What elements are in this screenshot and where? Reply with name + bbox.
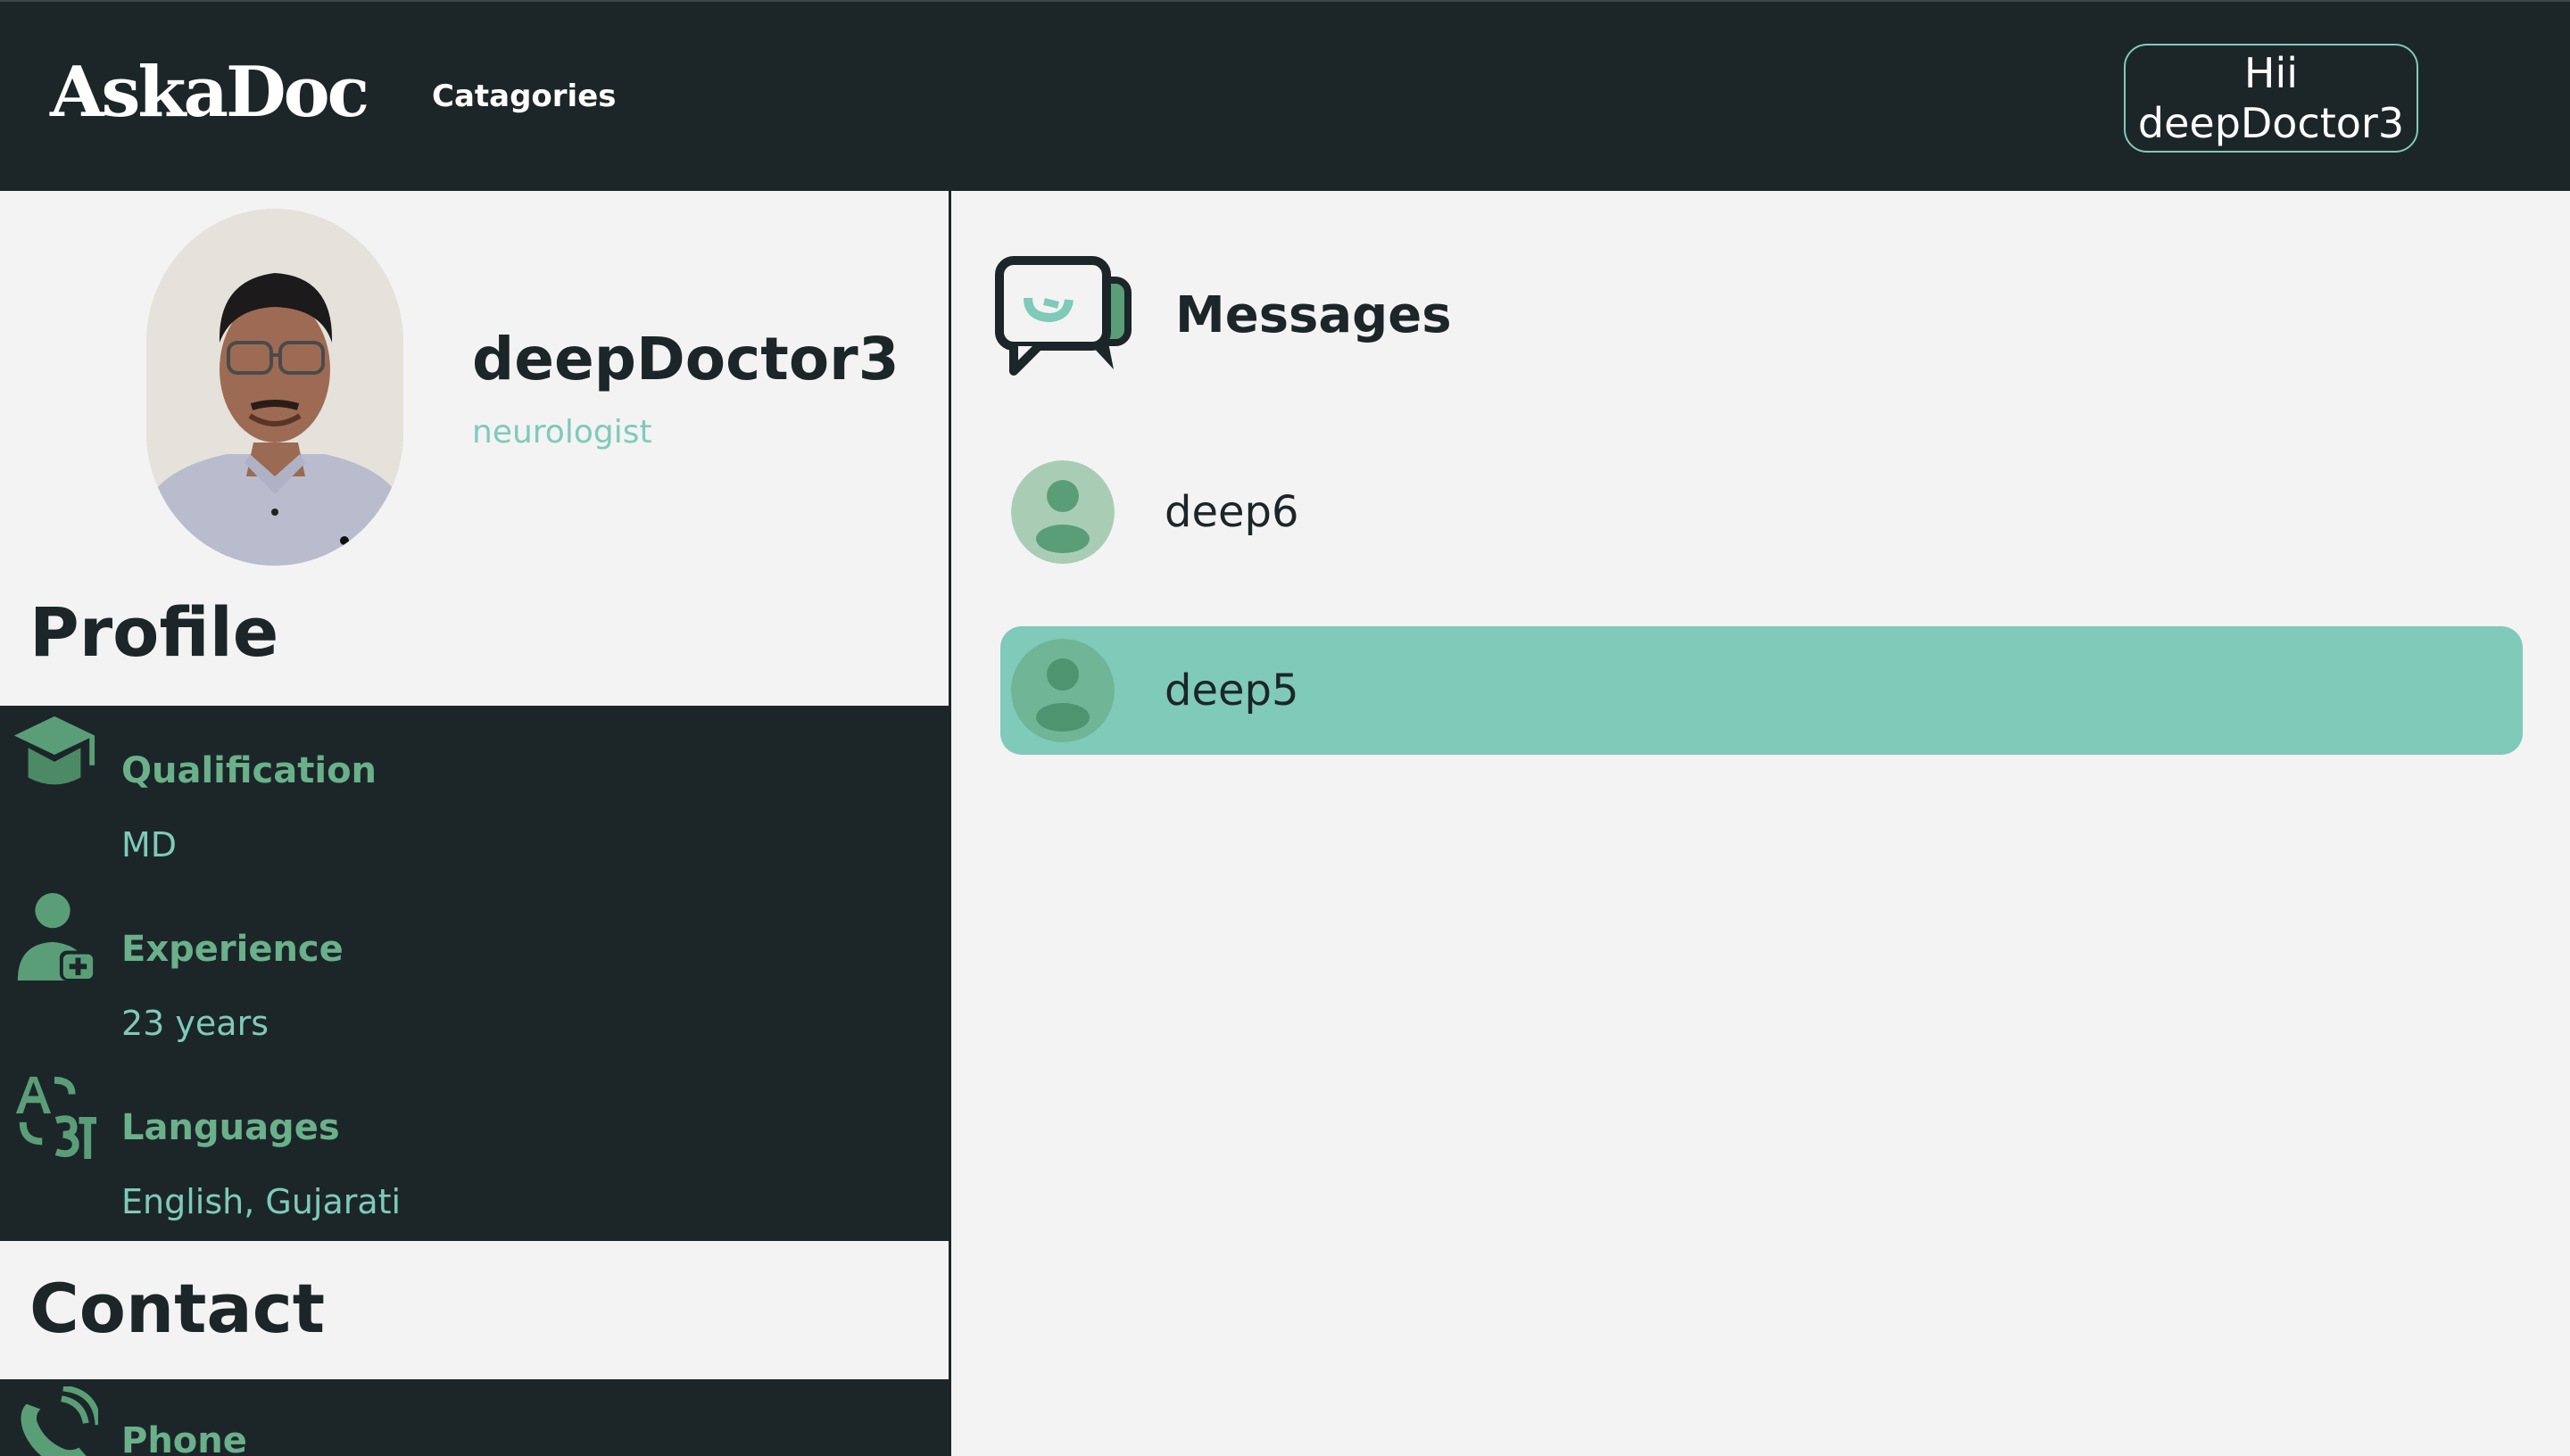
user-avatar-icon xyxy=(1011,639,1115,742)
qualification-label: Qualification xyxy=(121,750,377,791)
user-avatar-icon xyxy=(1011,460,1115,564)
greeting-username: deepDoctor3 xyxy=(2137,99,2405,147)
chat-bubbles-icon xyxy=(995,256,1132,376)
experience-label: Experience xyxy=(121,929,344,970)
qualification-value: MD xyxy=(121,825,178,864)
languages-label: Languages xyxy=(121,1107,340,1148)
doctor-user-icon xyxy=(17,893,97,980)
profile-section-title: Profile xyxy=(29,592,279,672)
translate-icon xyxy=(15,1076,97,1159)
doctor-profile-sidebar: deepDoctor3 neurologist Profile Qualific… xyxy=(0,191,951,1456)
conversation-item-active[interactable]: deep5 xyxy=(1000,626,2523,755)
top-navbar: AskaDoc Catagories Hii deepDoctor3 xyxy=(0,0,2570,191)
doctor-specialty: neurologist xyxy=(472,414,652,451)
brand-logo[interactable]: AskaDoc xyxy=(50,52,369,133)
languages-value: English, Gujarati xyxy=(121,1182,402,1221)
contact-info-panel: Phone xyxy=(0,1379,949,1456)
conversation-name: deep6 xyxy=(1165,487,1299,537)
phone-label: Phone xyxy=(121,1420,247,1456)
doctor-avatar-photo xyxy=(146,209,403,566)
messages-title: Messages xyxy=(1175,286,1452,344)
greeting-text: Hii xyxy=(2243,49,2299,97)
categories-link[interactable]: Catagories xyxy=(432,79,617,114)
phone-icon xyxy=(21,1386,98,1456)
messages-panel: Messages deep6 deep5 xyxy=(953,191,2570,1456)
doctor-name: deepDoctor3 xyxy=(472,325,900,393)
conversation-name: deep5 xyxy=(1165,666,1299,716)
profile-info-panel: Qualification MD Experience 23 years Lan… xyxy=(0,706,949,1241)
graduation-cap-icon xyxy=(13,716,95,785)
conversation-item[interactable]: deep6 xyxy=(1000,448,2523,576)
contact-section-title: Contact xyxy=(29,1269,326,1348)
user-greeting-button[interactable]: Hii deepDoctor3 xyxy=(2124,44,2418,153)
experience-value: 23 years xyxy=(121,1004,269,1043)
